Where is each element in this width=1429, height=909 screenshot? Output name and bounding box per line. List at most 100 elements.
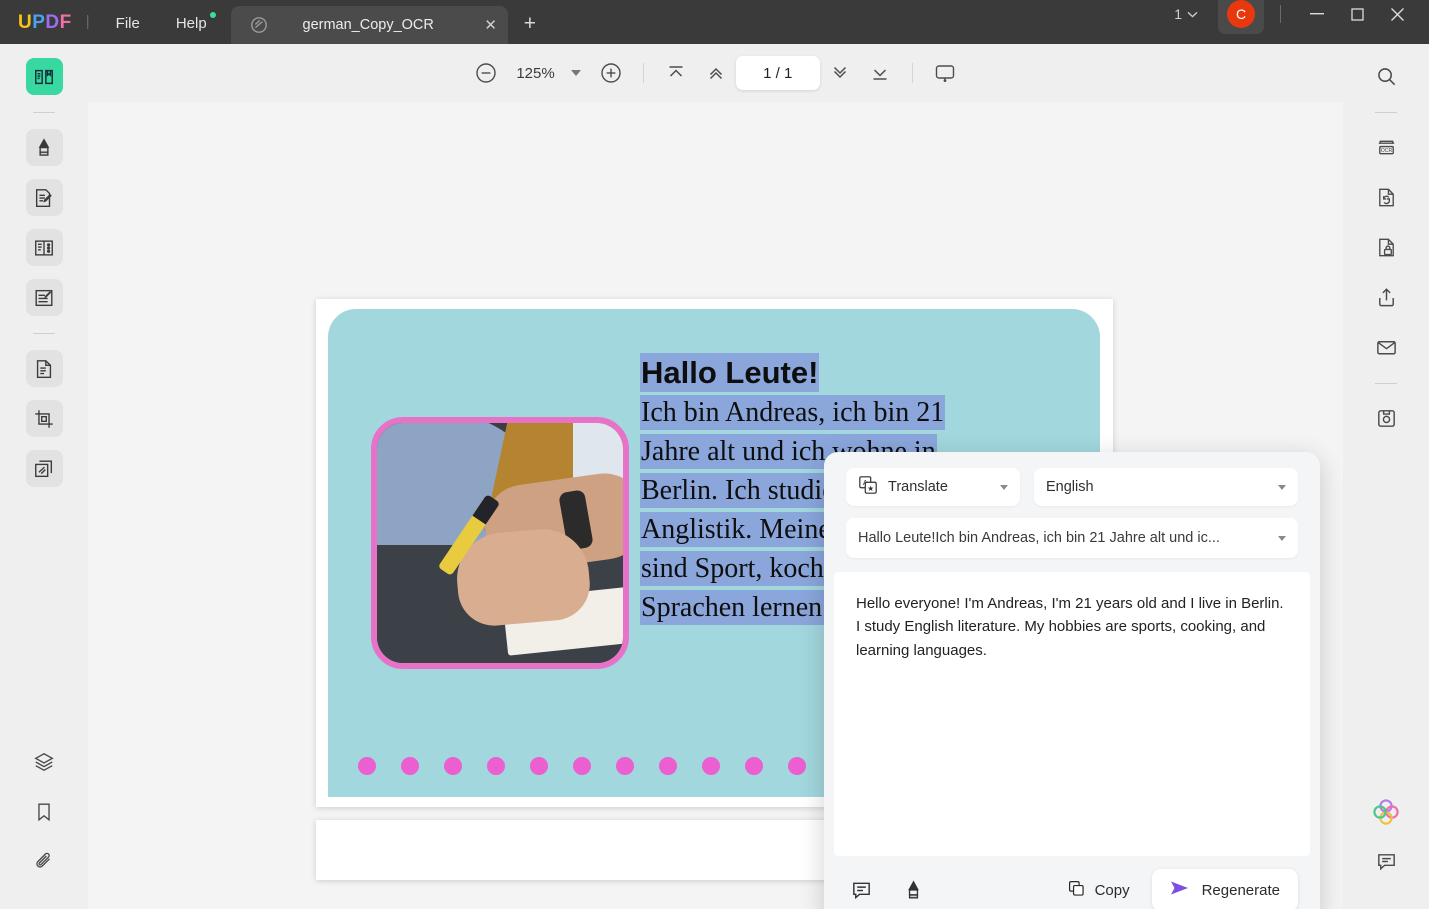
convert-document-icon xyxy=(36,359,52,378)
form-edit-icon xyxy=(35,289,53,306)
logo-letter-u: U xyxy=(18,12,33,33)
comments-button[interactable] xyxy=(1368,843,1405,880)
regenerate-label: Regenerate xyxy=(1201,881,1280,899)
avatar: C xyxy=(1227,0,1255,28)
left-tool-rail xyxy=(0,44,88,909)
chevron-down-icon xyxy=(570,70,581,76)
highlight-text-button[interactable] xyxy=(898,875,928,905)
ai-source-text-label: Hallo Leute!Ich bin Andreas, ich bin 21 … xyxy=(858,530,1220,546)
presentation-mode-button[interactable] xyxy=(925,55,965,91)
search-icon xyxy=(1377,68,1395,86)
highlighter-icon xyxy=(38,137,50,156)
sidebar-convert-tool[interactable] xyxy=(25,350,63,387)
right-tool-rail: OCR xyxy=(1343,44,1429,909)
window-count-dropdown[interactable]: 1 xyxy=(1166,3,1206,25)
copy-button[interactable]: Copy xyxy=(1059,873,1138,908)
ai-panel-controls-row: A ★ Translate English xyxy=(846,468,1298,506)
sidebar-organize-pages-tool[interactable] xyxy=(25,229,63,266)
svg-text:★: ★ xyxy=(867,483,874,492)
maximize-button[interactable] xyxy=(1337,1,1377,27)
first-page-button[interactable] xyxy=(656,55,696,91)
document-slash-icon xyxy=(249,15,269,35)
translate-icon: A ★ xyxy=(858,475,878,500)
close-icon xyxy=(1390,7,1404,21)
updf-application-window: UPDF | File Help german_Copy_OCR ✕ + 1 C xyxy=(0,0,1429,909)
batch-pages-icon xyxy=(35,460,53,477)
decorative-dot xyxy=(745,757,763,775)
search-button[interactable] xyxy=(1368,58,1405,95)
ai-assistant-button[interactable] xyxy=(1368,793,1405,830)
copy-icon xyxy=(1067,879,1086,902)
page-number-input[interactable]: 1 / 1 xyxy=(735,56,820,90)
copy-label: Copy xyxy=(1094,881,1130,899)
convert-button[interactable] xyxy=(1368,179,1405,216)
titlebar-vertical-divider xyxy=(1280,5,1281,23)
ai-mode-dropdown[interactable]: A ★ Translate xyxy=(846,468,1020,506)
next-page-button[interactable] xyxy=(820,55,860,91)
document-line: Hallo Leute! xyxy=(640,353,1080,392)
comment-icon xyxy=(852,882,870,899)
document-tab[interactable]: german_Copy_OCR ✕ xyxy=(230,6,508,44)
presentation-mode-icon xyxy=(935,65,954,82)
last-page-button[interactable] xyxy=(860,55,900,91)
account-avatar-button[interactable]: C xyxy=(1218,0,1264,34)
regenerate-button[interactable]: Regenerate xyxy=(1151,869,1298,909)
send-arrow-icon xyxy=(1170,879,1192,901)
toolbar-divider-2 xyxy=(911,63,913,83)
zoom-out-icon xyxy=(476,63,497,83)
document-tab-title: german_Copy_OCR xyxy=(302,17,434,33)
decorative-dot xyxy=(487,757,505,775)
reader-icon xyxy=(35,69,53,84)
sidebar-form-tool[interactable] xyxy=(25,279,63,316)
svg-text:OCR: OCR xyxy=(1380,148,1392,154)
decorative-dot xyxy=(616,757,634,775)
ai-result-area[interactable]: Hello everyone! I'm Andreas, I'm 21 year… xyxy=(834,572,1310,856)
menu-help[interactable]: Help xyxy=(176,12,216,32)
close-window-button[interactable] xyxy=(1377,1,1417,27)
ai-target-language-label: English xyxy=(1046,479,1094,495)
previous-page-button[interactable] xyxy=(696,55,736,91)
sidebar-annotate-tool[interactable] xyxy=(25,129,63,166)
titlebar-divider: | xyxy=(85,13,90,30)
next-page-icon xyxy=(833,66,846,79)
logo-letter-p: P xyxy=(32,12,46,33)
left-rail-bottom-group xyxy=(26,743,63,909)
add-comment-button[interactable] xyxy=(846,875,876,905)
new-tab-button[interactable]: + xyxy=(524,12,536,36)
ai-flower-icon xyxy=(1373,798,1399,825)
share-button[interactable] xyxy=(1368,279,1405,316)
sidebar-crop-tool[interactable] xyxy=(25,400,63,437)
chevron-down-icon xyxy=(1278,484,1286,490)
sidebar-reader-tool[interactable] xyxy=(25,58,63,95)
ai-result-text: Hello everyone! I'm Andreas, I'm 21 year… xyxy=(856,595,1284,659)
protect-button[interactable] xyxy=(1368,229,1405,266)
sidebar-layers-button[interactable] xyxy=(26,743,63,780)
zoom-in-button[interactable] xyxy=(591,55,631,91)
comment-icon xyxy=(1377,854,1395,871)
ai-panel-header: A ★ Translate English Hallo xyxy=(824,452,1320,570)
menu-file[interactable]: File xyxy=(116,15,140,32)
save-as-button[interactable] xyxy=(1368,400,1405,437)
workspace: OCR 125% 1 / 1 Hallo Leute! Ich bin Andr… xyxy=(0,44,1429,909)
close-tab-button[interactable]: ✕ xyxy=(474,16,508,34)
document-line-text: Sprachen lernen. xyxy=(640,590,831,625)
zoom-out-button[interactable] xyxy=(466,55,506,91)
sidebar-bookmarks-button[interactable] xyxy=(26,793,63,830)
person-writing-with-pen-photo xyxy=(371,417,629,669)
sidebar-batch-tool[interactable] xyxy=(25,450,63,487)
sidebar-attachments-button[interactable] xyxy=(26,843,63,880)
minimize-button[interactable] xyxy=(1297,1,1337,27)
last-page-icon xyxy=(873,69,887,80)
paperclip-icon xyxy=(36,852,50,868)
ai-source-text-dropdown[interactable]: Hallo Leute!Ich bin Andreas, ich bin 21 … xyxy=(846,518,1298,558)
chevron-down-icon xyxy=(1000,484,1008,490)
email-button[interactable] xyxy=(1368,329,1405,366)
window-count-label: 1 xyxy=(1174,6,1182,22)
previous-page-icon xyxy=(709,67,722,80)
ai-target-language-dropdown[interactable]: English xyxy=(1034,468,1298,506)
minimize-icon xyxy=(1310,13,1324,15)
zoom-level-dropdown[interactable]: 125% xyxy=(506,65,590,82)
sidebar-edit-pdf-tool[interactable] xyxy=(25,179,63,216)
edit-document-icon xyxy=(35,188,52,207)
ocr-button[interactable]: OCR xyxy=(1368,129,1405,166)
